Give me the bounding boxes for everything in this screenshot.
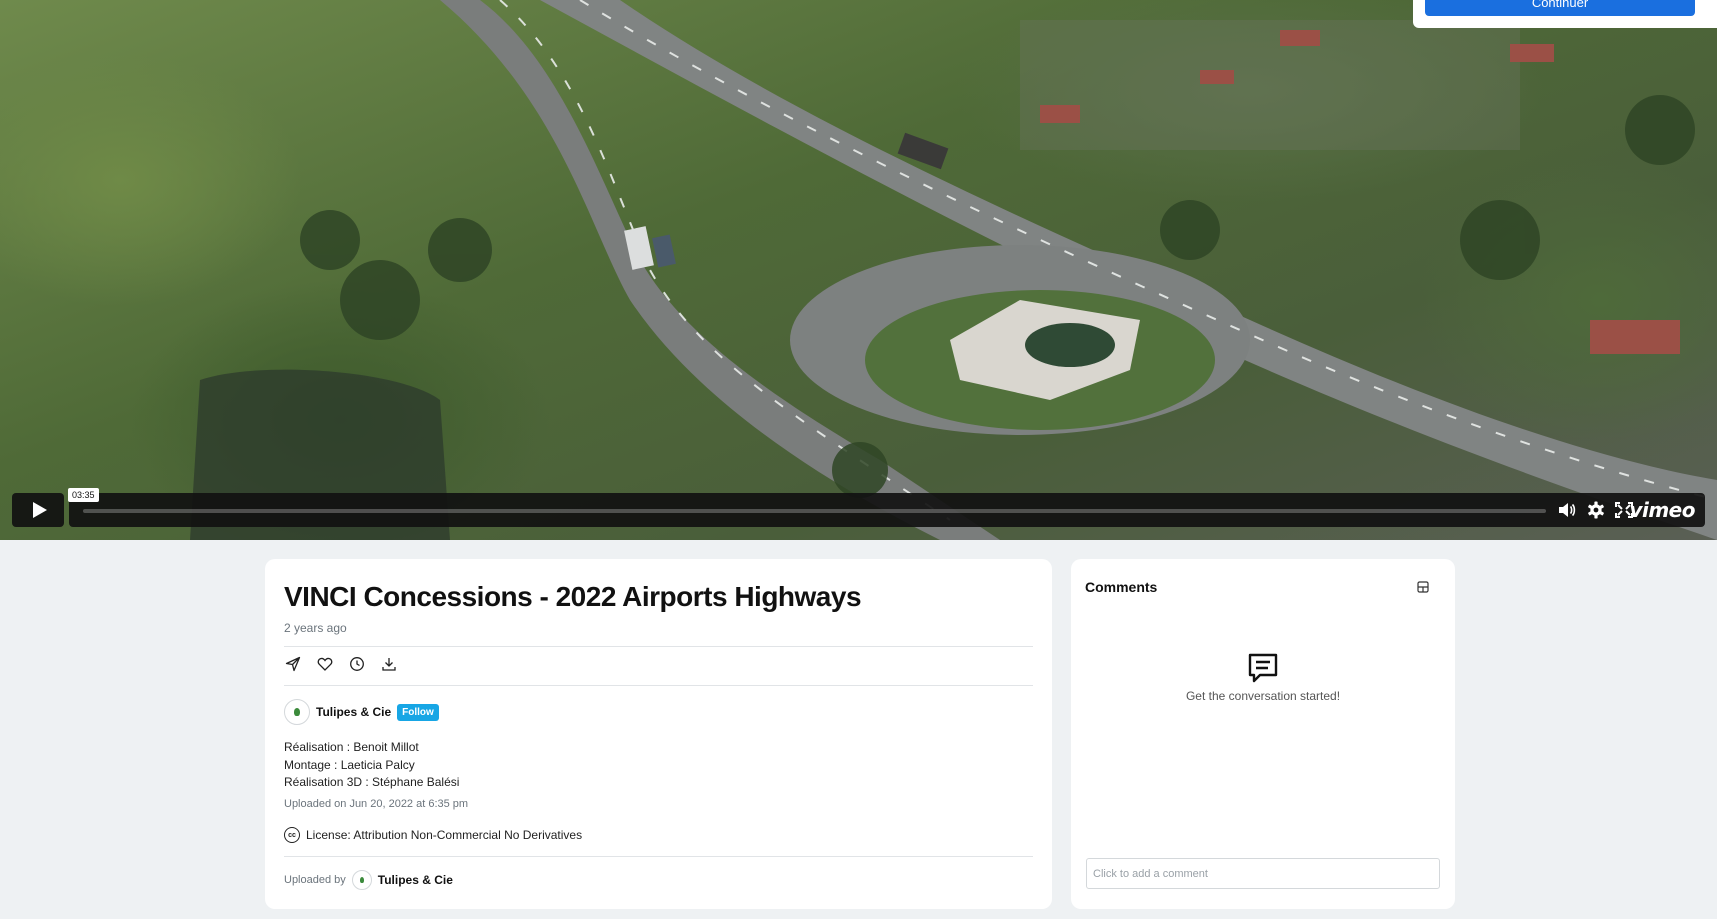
share-button[interactable]: [284, 655, 302, 673]
uploaded-by-label: Uploaded by: [284, 874, 346, 886]
volume-icon[interactable]: [1557, 501, 1577, 519]
upload-age: 2 years ago: [284, 621, 347, 635]
comment-input[interactable]: [1086, 858, 1440, 889]
watch-later-clock-icon: [350, 657, 364, 671]
progress-bar[interactable]: [83, 509, 1546, 513]
chat-bubble-icon: [1248, 653, 1278, 683]
description-line: Réalisation 3D : Stéphane Balési: [284, 775, 460, 789]
watch-later-button[interactable]: [348, 655, 366, 673]
download-icon: [382, 658, 396, 671]
like-heart-icon: [317, 657, 333, 671]
comments-title: Comments: [1085, 579, 1158, 595]
action-bar: [284, 655, 398, 673]
video-scene: [190, 0, 1717, 540]
like-button[interactable]: [316, 655, 334, 673]
uploaded-by-row: Uploaded by Tulipes & Cie: [284, 870, 453, 890]
play-icon: [32, 502, 47, 518]
uploader-name[interactable]: Tulipes & Cie: [378, 873, 453, 887]
video-player[interactable]: vimeo 03:35 Continuer: [0, 0, 1717, 540]
upload-date: Uploaded on Jun 20, 2022 at 6:35 pm: [284, 798, 469, 810]
empty-comments-message: Get the conversation started!: [1185, 689, 1341, 703]
time-tooltip: 03:35: [68, 488, 99, 502]
uploader-avatar[interactable]: [351, 870, 372, 890]
player-control-bar: vimeo: [69, 493, 1705, 527]
continue-button[interactable]: Continuer: [1425, 0, 1695, 16]
license-row[interactable]: cc License: Attribution Non-Commercial N…: [284, 827, 582, 843]
consent-panel: Continuer: [1413, 0, 1717, 28]
license-text: License: Attribution Non-Commercial No D…: [306, 828, 583, 842]
share-icon: [285, 656, 301, 672]
video-info-card: VINCI Concessions - 2022 Airports Highwa…: [265, 559, 1052, 909]
comments-card: Comments Get the conversation started!: [1071, 559, 1455, 909]
divider: [284, 856, 1033, 857]
video-title: VINCI Concessions - 2022 Airports Highwa…: [284, 581, 862, 612]
download-button[interactable]: [380, 655, 398, 673]
play-button[interactable]: [12, 493, 64, 527]
description-line: Réalisation : Benoit Millot: [284, 740, 419, 754]
creative-commons-icon: cc: [284, 827, 300, 843]
collapse-panel-icon[interactable]: [1417, 581, 1429, 593]
divider: [284, 685, 1033, 686]
follow-button[interactable]: Follow: [397, 703, 439, 721]
settings-gear-icon[interactable]: [1586, 501, 1606, 519]
owner-name[interactable]: Tulipes & Cie: [316, 705, 391, 719]
vimeo-logo[interactable]: vimeo: [1629, 498, 1695, 522]
description-line: Montage : Laeticia Palcy: [284, 757, 415, 772]
owner-row: Tulipes & Cie Follow: [284, 699, 439, 725]
divider: [284, 646, 1033, 647]
owner-avatar[interactable]: [284, 699, 310, 725]
video-description: Réalisation : Benoit Millot Montage : La…: [284, 739, 459, 792]
